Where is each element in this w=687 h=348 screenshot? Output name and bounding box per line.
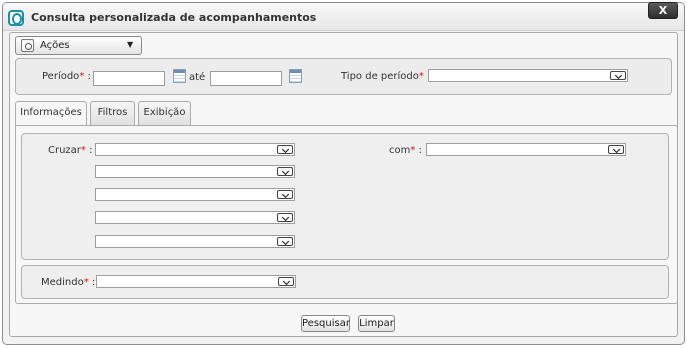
period-start-input[interactable] — [93, 71, 165, 86]
tab-informacoes[interactable]: Informações — [15, 101, 87, 126]
search-button[interactable]: Pesquisar — [301, 315, 350, 332]
dialog-title: Consulta personalizada de acompanhamento… — [31, 11, 317, 24]
measure-label: Medindo* : — [41, 277, 96, 288]
caret-down-icon: ▼ — [127, 40, 134, 49]
calendar-icon[interactable] — [289, 69, 302, 83]
period-between-label: até — [189, 72, 206, 83]
with-select[interactable] — [426, 143, 626, 156]
chevron-down-icon[interactable] — [277, 190, 293, 199]
cross-label: Cruzar* : — [48, 145, 93, 156]
chevron-down-icon[interactable] — [277, 167, 293, 176]
calendar-icon[interactable] — [173, 69, 186, 83]
period-type-select[interactable] — [428, 69, 628, 82]
chevron-down-icon[interactable] — [277, 213, 293, 222]
measure-select[interactable] — [96, 275, 296, 288]
with-label: com* : — [389, 145, 422, 156]
chevron-down-icon[interactable] — [610, 71, 626, 80]
tab-exibicao[interactable]: Exibição — [138, 101, 191, 125]
period-label: Período* : — [42, 71, 91, 82]
period-type-label: Tipo de período* : — [341, 71, 430, 82]
tab-filtros[interactable]: Filtros — [90, 101, 135, 125]
app-logo-icon — [8, 10, 24, 26]
period-end-input[interactable] — [210, 71, 282, 86]
cross-select-3[interactable] — [95, 188, 295, 201]
cross-select-2[interactable] — [95, 165, 295, 178]
close-button[interactable]: X — [648, 2, 678, 19]
chevron-down-icon[interactable] — [608, 145, 624, 154]
clear-button[interactable]: Limpar — [358, 315, 395, 332]
cross-select-5[interactable] — [95, 235, 295, 248]
actions-menu-button[interactable]: Ações ▼ — [15, 36, 142, 55]
chevron-down-icon[interactable] — [277, 237, 293, 246]
chevron-down-icon[interactable] — [278, 277, 294, 286]
gear-icon — [21, 39, 34, 52]
chevron-down-icon[interactable] — [277, 145, 293, 154]
cross-select-1[interactable] — [95, 143, 295, 156]
actions-label: Ações — [40, 40, 70, 51]
cross-select-4[interactable] — [95, 211, 295, 224]
